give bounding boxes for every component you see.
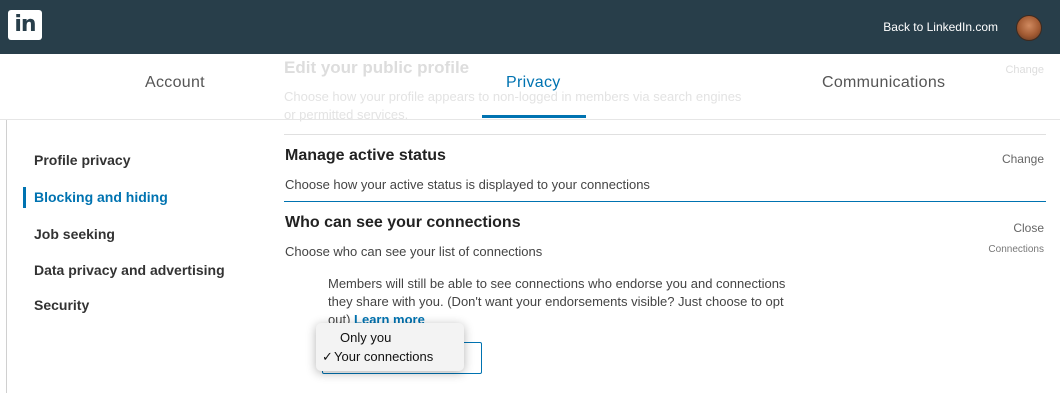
- checkmark-icon: ✓: [322, 349, 333, 364]
- sidebar-item-security[interactable]: Security: [34, 297, 89, 313]
- dropdown-option-only-you[interactable]: Only you: [316, 328, 464, 347]
- manage-active-status-title: Manage active status: [285, 147, 446, 164]
- sidebar-item-data-privacy-and-advertising[interactable]: Data privacy and advertising: [34, 262, 225, 278]
- back-to-linkedin-link[interactable]: Back to LinkedIn.com: [883, 20, 998, 34]
- sidebar-active-indicator: [23, 187, 26, 208]
- sidebar-item-job-seeking[interactable]: Job seeking: [34, 226, 115, 242]
- section-divider: [284, 134, 1046, 135]
- sidebar-item-profile-privacy[interactable]: Profile privacy: [34, 152, 131, 168]
- manage-active-status-change-link[interactable]: Change: [1002, 152, 1044, 166]
- manage-active-status-description: Choose how your active status is display…: [285, 177, 650, 192]
- who-can-see-connections-description: Choose who can see your list of connecti…: [285, 244, 543, 259]
- tab-account[interactable]: Account: [145, 74, 205, 92]
- who-can-see-connections-close-link[interactable]: Close: [1013, 221, 1044, 235]
- tab-communications[interactable]: Communications: [822, 74, 945, 92]
- avatar[interactable]: [1016, 15, 1042, 41]
- option-label: Your connections: [334, 349, 434, 364]
- connections-info-text: Members will still be able to see connec…: [328, 275, 808, 329]
- sidebar-item-blocking-and-hiding[interactable]: Blocking and hiding: [34, 189, 168, 205]
- who-can-see-connections-title: Who can see your connections: [285, 214, 521, 231]
- left-border: [6, 120, 7, 393]
- option-label: Only you: [340, 330, 392, 345]
- dropdown-option-your-connections[interactable]: ✓ Your connections: [316, 347, 464, 366]
- tab-privacy[interactable]: Privacy: [506, 74, 561, 92]
- section-divider-active: [284, 201, 1046, 202]
- active-tab-indicator: [482, 115, 586, 118]
- who-can-see-connections-current-value: Connections: [988, 244, 1044, 255]
- connections-visibility-dropdown: Only you ✓ Your connections: [316, 323, 464, 371]
- top-navigation-bar: in Back to LinkedIn.com: [0, 0, 1060, 54]
- settings-tabs: Account Privacy Communications: [0, 54, 1060, 120]
- linkedin-logo[interactable]: in: [8, 10, 42, 40]
